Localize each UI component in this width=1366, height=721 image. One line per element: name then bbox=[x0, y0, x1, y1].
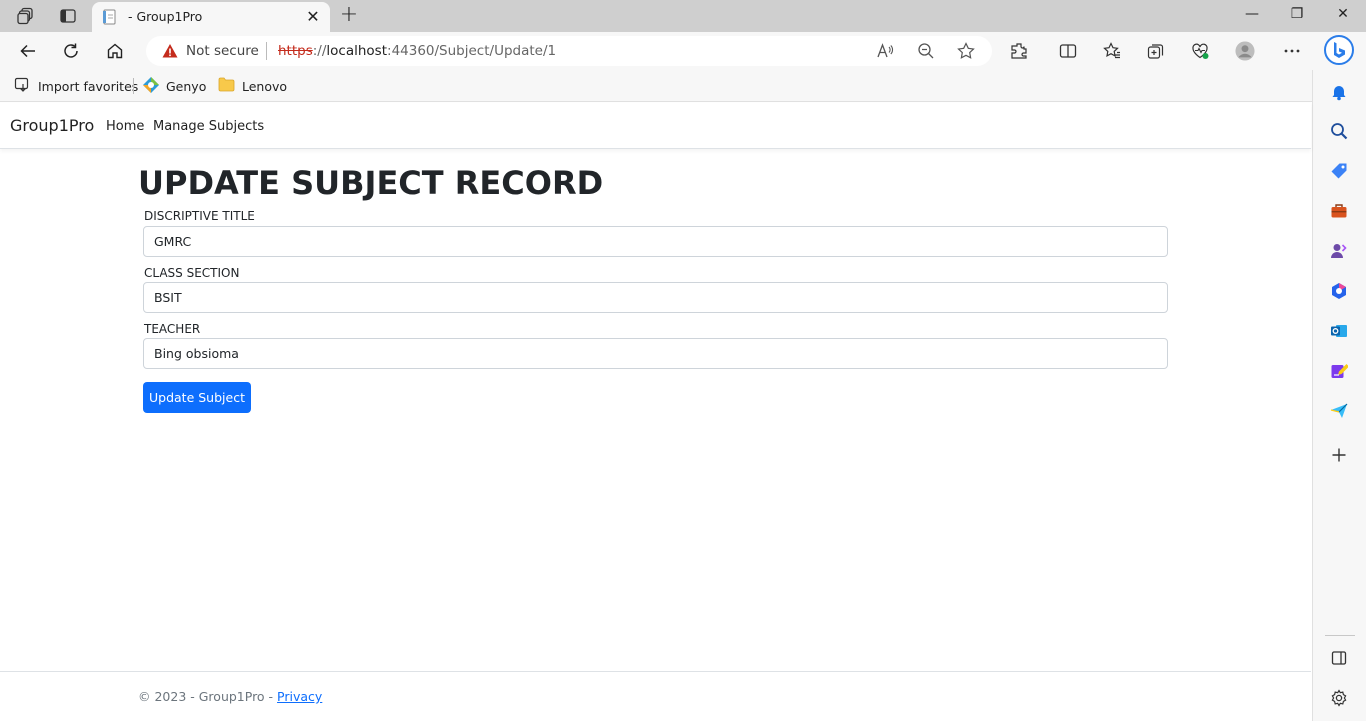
favorite-lenovo-folder[interactable]: Lenovo bbox=[218, 76, 287, 96]
url-scheme: https bbox=[278, 43, 313, 59]
more-options-icon[interactable] bbox=[1282, 41, 1302, 61]
page-favicon-icon bbox=[102, 9, 118, 25]
page-title: UPDATE SUBJECT RECORD bbox=[138, 164, 604, 202]
favorite-import[interactable]: Import favorites bbox=[14, 76, 138, 96]
new-tab-button[interactable]: + bbox=[338, 4, 360, 26]
url-path: :44360/Subject/Update/1 bbox=[387, 43, 557, 59]
games-icon[interactable] bbox=[1329, 241, 1349, 261]
workspaces-icon[interactable] bbox=[16, 6, 36, 26]
address-bar[interactable]: Not secure https://localhost:44360/Subje… bbox=[146, 36, 992, 66]
tools-briefcase-icon[interactable] bbox=[1329, 201, 1349, 221]
folder-icon bbox=[218, 77, 235, 95]
teacher-input[interactable] bbox=[143, 338, 1168, 369]
favorites-bar: Import favorites Genyo Lenovo bbox=[0, 70, 1312, 102]
web-page: Group1Pro Home Manage Subjects UPDATE SU… bbox=[0, 103, 1311, 721]
import-icon bbox=[14, 76, 31, 96]
teacher-label: TEACHER bbox=[144, 322, 201, 336]
site-footer: © 2023 - Group1Pro - Privacy bbox=[0, 671, 1311, 721]
update-subject-button[interactable]: Update Subject bbox=[143, 382, 251, 413]
restore-button[interactable]: ❐ bbox=[1287, 6, 1307, 26]
title-bar: - Group1Pro ✕ + — ❐ ✕ bbox=[0, 0, 1366, 32]
descriptive-title-label: DISCRIPTIVE TITLE bbox=[144, 209, 255, 223]
favorite-label: Genyo bbox=[166, 78, 207, 94]
url-host: localhost bbox=[326, 43, 388, 59]
warning-icon[interactable] bbox=[162, 43, 178, 59]
back-icon[interactable] bbox=[17, 40, 39, 62]
favorite-genyo[interactable]: Genyo bbox=[143, 76, 206, 96]
bing-copilot-icon[interactable] bbox=[1324, 35, 1354, 65]
edge-sidebar bbox=[1312, 70, 1366, 721]
site-brand-link[interactable]: Group1Pro bbox=[10, 116, 94, 135]
split-screen-icon[interactable] bbox=[1058, 41, 1078, 61]
descriptive-title-input[interactable] bbox=[143, 226, 1168, 257]
sidebar-divider bbox=[1325, 635, 1355, 636]
favorites-divider bbox=[133, 78, 134, 94]
profile-avatar-icon[interactable] bbox=[1235, 41, 1255, 61]
shopping-tag-icon[interactable] bbox=[1329, 161, 1349, 181]
favorites-icon[interactable] bbox=[1102, 41, 1122, 61]
extensions-icon[interactable] bbox=[1009, 41, 1029, 61]
microsoft-365-icon[interactable] bbox=[1329, 281, 1349, 301]
collections-icon[interactable] bbox=[1146, 41, 1166, 61]
tab-active[interactable]: - Group1Pro ✕ bbox=[92, 2, 330, 32]
favorite-star-icon[interactable] bbox=[957, 42, 975, 60]
home-icon[interactable] bbox=[104, 40, 126, 62]
hide-sidebar-icon[interactable] bbox=[1329, 648, 1349, 668]
genyo-logo-icon bbox=[143, 76, 159, 96]
read-aloud-icon[interactable] bbox=[876, 42, 894, 60]
class-section-label: CLASS SECTION bbox=[144, 266, 240, 280]
close-window-button[interactable]: ✕ bbox=[1333, 6, 1353, 26]
tab-close-icon[interactable]: ✕ bbox=[304, 8, 322, 26]
minimize-button[interactable]: — bbox=[1242, 6, 1262, 26]
nav-manage-subjects-link[interactable]: Manage Subjects bbox=[153, 119, 264, 134]
search-icon[interactable] bbox=[1329, 121, 1349, 141]
address-toolbar: Not secure https://localhost:44360/Subje… bbox=[0, 32, 1366, 70]
designer-icon[interactable] bbox=[1329, 361, 1349, 381]
privacy-link[interactable]: Privacy bbox=[277, 689, 322, 704]
favorite-label: Lenovo bbox=[242, 78, 288, 94]
omnibox-divider bbox=[266, 42, 267, 60]
nav-home-link[interactable]: Home bbox=[106, 119, 144, 134]
url-separator: :// bbox=[312, 43, 327, 59]
refresh-icon[interactable] bbox=[60, 40, 82, 62]
tab-title: - Group1Pro bbox=[128, 9, 203, 24]
footer-copyright: © 2023 - Group1Pro - bbox=[138, 689, 278, 704]
favorite-label: Import favorites bbox=[38, 78, 139, 94]
footer-text: © 2023 - Group1Pro - Privacy bbox=[138, 689, 322, 704]
class-section-input[interactable] bbox=[143, 282, 1168, 313]
tab-actions-icon[interactable] bbox=[58, 6, 78, 26]
security-label[interactable]: Not secure bbox=[186, 43, 259, 59]
site-navbar: Group1Pro Home Manage Subjects bbox=[0, 103, 1311, 149]
settings-gear-icon[interactable] bbox=[1329, 688, 1349, 708]
url-text[interactable]: https://localhost:44360/Subject/Update/1 bbox=[278, 43, 556, 59]
browser-essentials-icon[interactable] bbox=[1190, 41, 1210, 61]
add-sidebar-app-icon[interactable] bbox=[1329, 445, 1349, 465]
zoom-out-icon[interactable] bbox=[917, 42, 935, 60]
notifications-bell-icon[interactable] bbox=[1329, 82, 1349, 102]
outlook-icon[interactable] bbox=[1329, 321, 1349, 341]
send-drop-icon[interactable] bbox=[1329, 401, 1349, 421]
